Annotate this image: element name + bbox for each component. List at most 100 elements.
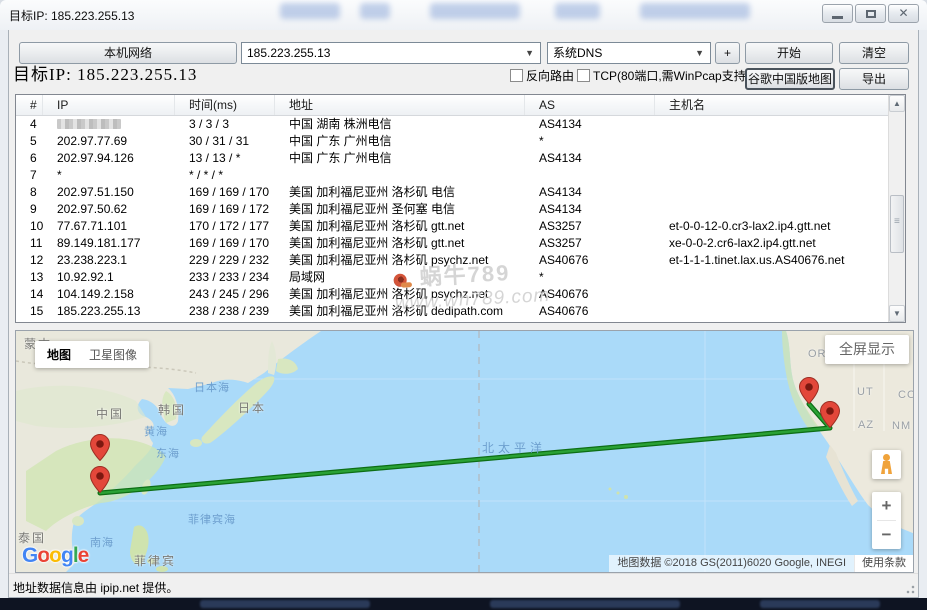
- google-logo[interactable]: Google: [22, 544, 88, 568]
- cell-host: [655, 269, 888, 286]
- table-row[interactable]: 1077.67.71.101170 / 172 / 177美国 加利福尼亚州 洛…: [16, 218, 888, 235]
- background-smudge: [640, 3, 750, 19]
- cell-addr: 美国 加利福尼亚州 洛杉矶 电信: [275, 184, 525, 201]
- cell-as: AS3257: [525, 235, 655, 252]
- cell-hop: 11: [16, 235, 43, 252]
- cell-as: *: [525, 133, 655, 150]
- cell-time: * / * / *: [175, 167, 275, 184]
- table-row[interactable]: 1310.92.92.1233 / 233 / 234局域网*: [16, 269, 888, 286]
- map-marker-guangzhou[interactable]: [90, 466, 110, 493]
- zoom-out-button[interactable]: −: [872, 521, 901, 549]
- fullscreen-button[interactable]: 全屏显示: [825, 335, 909, 364]
- clear-button[interactable]: 清空: [839, 42, 909, 64]
- cell-hop: 9: [16, 201, 43, 218]
- window-controls: ✕: [822, 4, 919, 23]
- cell-ip: 202.97.50.62: [43, 201, 175, 218]
- cell-ip: *: [43, 167, 175, 184]
- table-scrollbar[interactable]: ▲ ▼: [888, 95, 905, 322]
- cell-host: [655, 150, 888, 167]
- map-type-map-button[interactable]: 地图: [47, 346, 71, 363]
- google-cn-map-button[interactable]: 谷歌中国版地图: [745, 68, 835, 90]
- cell-addr: [275, 167, 525, 184]
- cell-time: 169 / 169 / 170: [175, 184, 275, 201]
- cell-host: [655, 167, 888, 184]
- cell-ip: 77.67.71.101: [43, 218, 175, 235]
- map-canvas: [16, 331, 914, 573]
- taskbar-item: [490, 600, 680, 608]
- cell-hop: 12: [16, 252, 43, 269]
- hop-rows: 43 / 3 / 3中国 湖南 株洲电信AS41345202.97.77.693…: [16, 116, 888, 322]
- table-row[interactable]: 8202.97.51.150169 / 169 / 170美国 加利福尼亚州 洛…: [16, 184, 888, 201]
- cell-host: [655, 133, 888, 150]
- table-row[interactable]: 7** / * / *: [16, 167, 888, 184]
- table-row[interactable]: 15185.223.255.13238 / 238 / 239美国 加利福尼亚州…: [16, 303, 888, 320]
- cell-hop: 14: [16, 286, 43, 303]
- scroll-down-button[interactable]: ▼: [889, 305, 905, 322]
- minimize-button[interactable]: [822, 4, 853, 23]
- map-attribution: 地图数据 ©2018 GS(2011)6020 Google, INEGI 使用…: [609, 555, 913, 572]
- tcp-checkbox[interactable]: [577, 69, 590, 82]
- column-header-ip[interactable]: IP: [43, 95, 175, 115]
- cell-addr: 美国 加利福尼亚州 洛杉矶 gtt.net: [275, 235, 525, 252]
- column-header-hop[interactable]: #: [16, 95, 43, 115]
- target-ip-combobox[interactable]: 185.223.255.13 ▼: [241, 42, 541, 64]
- start-button[interactable]: 开始: [745, 42, 833, 64]
- table-row[interactable]: 6202.97.94.12613 / 13 / *中国 广东 广州电信AS413…: [16, 150, 888, 167]
- cell-host: et-1-1-1.tinet.lax.us.AS40676.net: [655, 252, 888, 269]
- cell-time: 170 / 172 / 177: [175, 218, 275, 235]
- target-ip-label: 目标IP: 185.223.255.13: [13, 60, 197, 85]
- zoom-in-button[interactable]: +: [872, 492, 901, 520]
- table-row[interactable]: 1223.238.223.1229 / 229 / 232美国 加利福尼亚州 洛…: [16, 252, 888, 269]
- hop-table: # IP 时间(ms) 地址 AS 主机名 43 / 3 / 3中国 湖南 株洲…: [15, 94, 906, 323]
- column-header-as[interactable]: AS: [525, 95, 655, 115]
- map-marker-california-1[interactable]: [799, 377, 819, 404]
- app-window: 目标IP: 185.223.255.13 ✕ 本机网络 185.223.255.…: [0, 0, 927, 610]
- map-marker-zhuzhou[interactable]: [90, 434, 110, 461]
- cell-time: 3 / 3 / 3: [175, 116, 275, 133]
- export-button[interactable]: 导出: [839, 68, 909, 90]
- cell-time: 238 / 238 / 239: [175, 303, 275, 320]
- scroll-up-button[interactable]: ▲: [889, 95, 905, 112]
- cell-addr: 美国 加利福尼亚州 圣何塞 电信: [275, 201, 525, 218]
- cell-host: [655, 201, 888, 218]
- column-header-addr[interactable]: 地址: [275, 95, 525, 115]
- cell-as: AS40676: [525, 252, 655, 269]
- table-row[interactable]: 9202.97.50.62169 / 169 / 172美国 加利福尼亚州 圣何…: [16, 201, 888, 218]
- table-row[interactable]: 14104.149.2.158243 / 245 / 296美国 加利福尼亚州 …: [16, 286, 888, 303]
- chevron-down-icon: ▼: [695, 43, 704, 63]
- cell-time: 243 / 245 / 296: [175, 286, 275, 303]
- route-map[interactable]: 蒙古中国韩国日本日本海黄海东海北太平洋菲律宾海南海菲律宾泰国ORUTCOAZNM: [15, 330, 914, 573]
- taskbar-item: [760, 600, 880, 608]
- map-type-control: 地图 卫星图像: [35, 341, 149, 368]
- cell-time: 229 / 229 / 232: [175, 252, 275, 269]
- add-target-button[interactable]: +: [715, 42, 740, 64]
- cell-hop: 4: [16, 116, 43, 133]
- background-smudge: [555, 3, 600, 19]
- map-type-satellite-button[interactable]: 卫星图像: [89, 346, 137, 363]
- column-header-time[interactable]: 时间(ms): [175, 95, 275, 115]
- cell-addr: 局域网: [275, 269, 525, 286]
- cell-hop: 15: [16, 303, 43, 320]
- map-marker-los-angeles[interactable]: [820, 401, 840, 428]
- table-row[interactable]: 1189.149.181.177169 / 169 / 170美国 加利福尼亚州…: [16, 235, 888, 252]
- maximize-button[interactable]: [855, 4, 886, 23]
- table-row[interactable]: 5202.97.77.6930 / 31 / 31中国 广东 广州电信*: [16, 133, 888, 150]
- attribution-text: 地图数据 ©2018 GS(2011)6020 Google, INEGI: [609, 555, 854, 572]
- cell-ip: 202.97.94.126: [43, 150, 175, 167]
- pegman-control[interactable]: [872, 450, 901, 479]
- table-row[interactable]: 43 / 3 / 3中国 湖南 株洲电信AS4134: [16, 116, 888, 133]
- titlebar: 目标IP: 185.223.255.13 ✕: [0, 0, 927, 30]
- terms-link[interactable]: 使用条款: [854, 555, 913, 572]
- cell-addr: 美国 加利福尼亚州 洛杉矶 gtt.net: [275, 218, 525, 235]
- dns-combobox[interactable]: 系统DNS ▼: [547, 42, 711, 64]
- column-header-host[interactable]: 主机名: [655, 95, 888, 115]
- cell-ip: 10.92.92.1: [43, 269, 175, 286]
- resize-grip[interactable]: [903, 582, 916, 595]
- close-button[interactable]: ✕: [888, 4, 919, 23]
- target-ip-value: 185.223.255.13: [247, 46, 330, 60]
- cell-hop: 6: [16, 150, 43, 167]
- cell-as: [525, 167, 655, 184]
- reverse-route-checkbox[interactable]: [510, 69, 523, 82]
- scrollbar-thumb[interactable]: [890, 195, 904, 253]
- cell-addr: 中国 广东 广州电信: [275, 133, 525, 150]
